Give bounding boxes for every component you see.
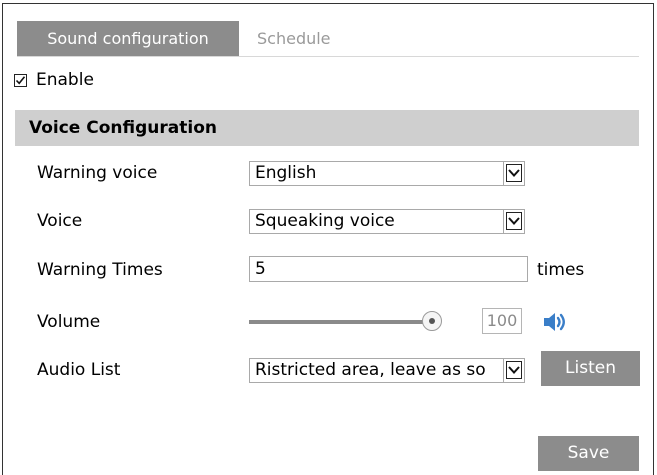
warning-voice-value: English <box>255 163 317 183</box>
warning-voice-select[interactable]: English <box>249 161 525 186</box>
section-header: Voice Configuration <box>15 110 639 146</box>
save-button[interactable]: Save <box>538 436 639 471</box>
audio-list-select[interactable]: Ristricted area, leave as so <box>249 358 525 383</box>
chevron-down-icon <box>506 212 522 230</box>
tab-sound-configuration[interactable]: Sound configuration <box>17 21 239 56</box>
tab-divider <box>17 56 639 57</box>
voice-label: Voice <box>37 211 83 231</box>
warning-voice-label: Warning voice <box>37 163 158 183</box>
settings-panel <box>2 3 654 475</box>
tab-schedule[interactable]: Schedule <box>247 21 341 56</box>
volume-label: Volume <box>37 312 101 332</box>
audio-list-dropdown-arrow[interactable] <box>503 359 524 382</box>
speaker-icon[interactable] <box>542 310 570 338</box>
warning-voice-dropdown-arrow[interactable] <box>503 162 524 185</box>
enable-row: Enable <box>14 68 94 92</box>
chevron-down-icon <box>506 164 522 182</box>
chevron-down-icon <box>506 361 522 379</box>
voice-value: Squeaking voice <box>255 211 395 231</box>
voice-select[interactable]: Squeaking voice <box>249 209 525 234</box>
volume-slider-track[interactable] <box>249 320 439 324</box>
warning-times-input[interactable]: 5 <box>249 256 528 282</box>
audio-list-label: Audio List <box>37 360 121 380</box>
voice-dropdown-arrow[interactable] <box>503 210 524 233</box>
section-title: Voice Configuration <box>29 118 217 138</box>
check-icon <box>15 75 26 85</box>
warning-times-unit: times <box>537 260 585 280</box>
volume-value-box: 100 <box>482 308 522 334</box>
volume-slider-handle[interactable] <box>422 311 442 331</box>
warning-times-label: Warning Times <box>37 260 163 280</box>
enable-checkbox[interactable] <box>14 73 27 87</box>
enable-label: Enable <box>36 70 94 90</box>
audio-list-value: Ristricted area, leave as so <box>255 360 486 380</box>
listen-button[interactable]: Listen <box>541 351 640 386</box>
